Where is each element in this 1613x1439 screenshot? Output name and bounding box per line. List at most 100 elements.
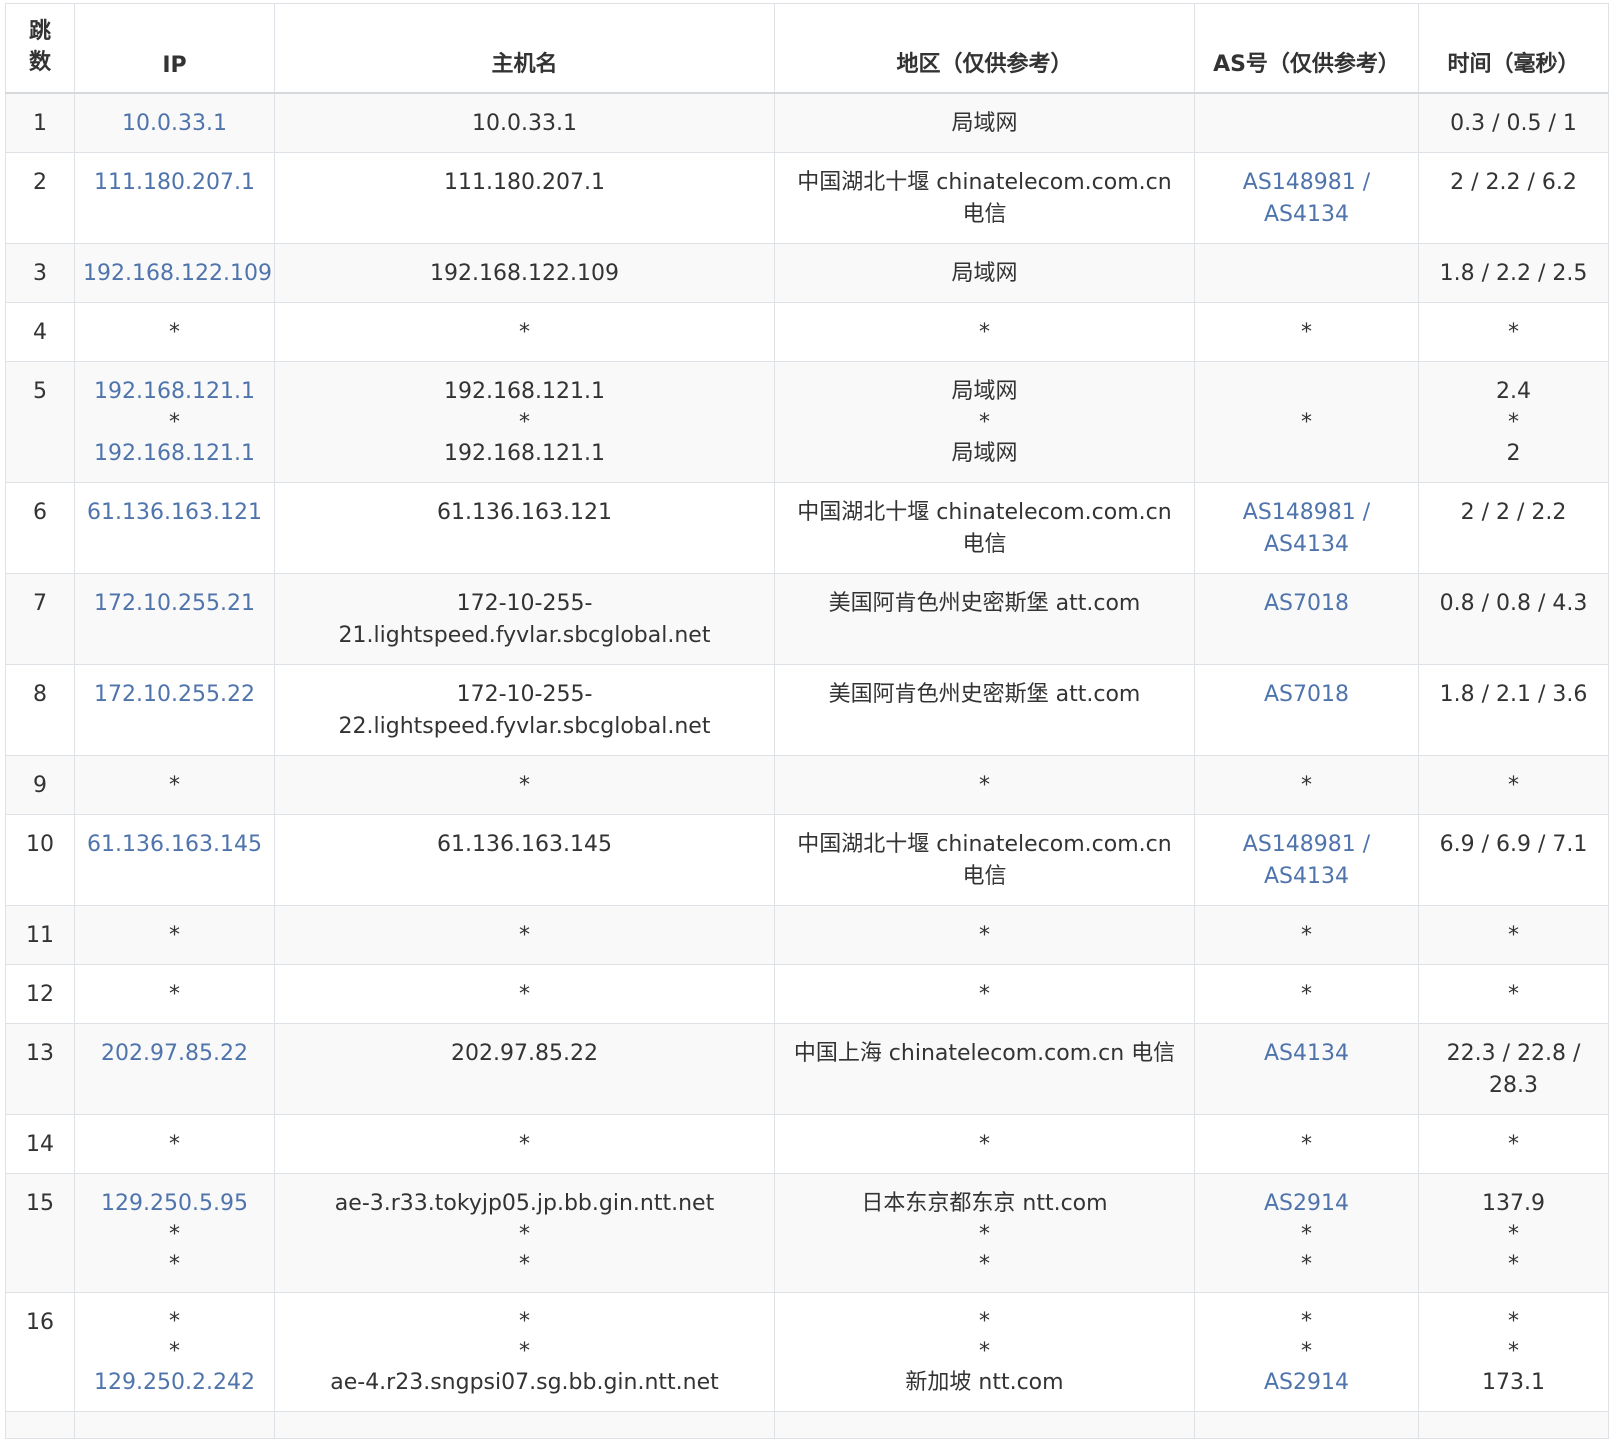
cell-region: * * 新加坡 ntt.com [774,1292,1195,1412]
cell-hop [5,1411,75,1439]
cell-time-text: 2 / 2 / 2.2 [1460,500,1567,525]
cell-time: 0.3 / 0.5 / 1 [1418,92,1609,153]
ip-link[interactable]: 192.168.122.109 [83,258,272,290]
cell-ip-text: * [169,320,180,345]
cell-ip: 192.168.122.109 [74,243,275,303]
cell-region: 中国湖北十堰 chinatelecom.com.cn 电信 [774,482,1195,574]
cell-hostname-text: * [519,320,530,345]
ip-link[interactable]: 172.10.255.22 [83,679,266,711]
cell-as: * [1194,1114,1419,1174]
ip-link[interactable]: 61.136.163.121 [83,497,266,529]
cell-time: 22.3 / 22.8 / 28.3 [1418,1023,1609,1115]
ip-link[interactable]: 192.168.121.1 [83,376,266,408]
cell-time-text: * [1508,1132,1519,1157]
as-link[interactable]: AS7018 [1203,679,1410,711]
cell-region-text: 局域网 [951,379,1018,404]
cell-time: * * 173.1 [1418,1292,1609,1412]
cell-region-text: * [979,1309,990,1334]
cell-region-text: * [979,1252,990,1277]
cell-time-text: 137.9 [1482,1191,1545,1216]
cell-as: * [1194,302,1419,362]
ip-link[interactable]: 10.0.33.1 [83,108,266,140]
cell-hostname: * [274,905,775,965]
cell-time-text: * [1508,1222,1519,1247]
cell-region: * [774,964,1195,1024]
cell-time: * [1418,302,1609,362]
cell-hostname-text: * [519,1252,530,1277]
table-row: 10 61.136.163.145 61.136.163.145 中国湖北十堰 chi… [5,814,1609,906]
cell-region-text: * [979,320,990,345]
cell-region-text: 中国上海 chinatelecom.com.cn 电信 [793,1041,1176,1066]
ip-link[interactable]: 129.250.5.95 [83,1188,266,1220]
as-link[interactable]: AS148981 / AS4134 [1203,829,1410,893]
as-link[interactable]: AS148981 / AS4134 [1203,167,1410,231]
cell-hostname: 202.97.85.22 [274,1023,775,1115]
cell-as-text [1203,376,1410,408]
cell-ip: 172.10.255.22 [74,664,275,756]
cell-time [1418,1411,1609,1439]
cell-time: 0.8 / 0.8 / 4.3 [1418,573,1609,665]
cell-hop: 6 [5,482,75,574]
cell-region-text: * [979,1132,990,1157]
cell-region-text: * [979,1222,990,1247]
cell-as: AS148981 / AS4134 [1194,152,1419,244]
as-link[interactable]: AS7018 [1203,588,1410,620]
ip-link[interactable]: 129.250.2.242 [83,1367,266,1399]
cell-region-text: 中国湖北十堰 chinatelecom.com.cn 电信 [797,832,1172,889]
cell-ip: * [74,302,275,362]
ip-link[interactable]: 202.97.85.22 [83,1038,266,1070]
cell-hostname: 172-10-255-21.lightspeed.fyvlar.sbcgloba… [274,573,775,665]
cell-hop: 15 [5,1173,75,1293]
cell-as-text: * [1301,410,1312,435]
cell-time: 2.4 * 2 [1418,361,1609,483]
cell-ip: 61.136.163.121 [74,482,275,574]
cell-hostname: 192.168.122.109 [274,243,775,303]
cell-time-text: * [1508,410,1519,435]
cell-ip: 61.136.163.145 [74,814,275,906]
cell-time-text: * [1508,320,1519,345]
cell-hop: 13 [5,1023,75,1115]
cell-region-text: 美国阿肯色州史密斯堡 att.com [828,591,1141,616]
ip-link[interactable]: 192.168.121.1 [83,438,266,470]
cell-time: 2 / 2.2 / 6.2 [1418,152,1609,244]
ip-link[interactable]: 172.10.255.21 [83,588,266,620]
header-hop-line: 数 [28,50,51,75]
cell-as-text: * [1301,773,1312,798]
cell-time-text: 2 / 2.2 / 6.2 [1450,170,1577,195]
cell-hostname-text: 192.168.121.1 [444,379,605,404]
cell-as: AS148981 / AS4134 [1194,814,1419,906]
cell-ip: 10.0.33.1 [74,92,275,153]
cell-time: 2 / 2 / 2.2 [1418,482,1609,574]
cell-region-text: * [979,1339,990,1364]
as-link[interactable]: AS148981 / AS4134 [1203,497,1410,561]
as-link[interactable]: AS2914 [1203,1188,1410,1220]
ip-link[interactable]: 111.180.207.1 [83,167,266,199]
cell-ip: 129.250.5.95 * * [74,1173,275,1293]
cell-hostname-text: * [519,1309,530,1334]
cell-hostname-text: * [519,1339,530,1364]
cell-hostname-text: 61.136.163.121 [437,500,612,525]
cell-ip: * [74,964,275,1024]
cell-ip-text: * [169,1309,180,1334]
header-time: 时间（毫秒） [1418,3,1609,94]
cell-as [1194,92,1419,153]
table-row: 6 61.136.163.121 61.136.163.121 中国湖北十堰 chin… [5,482,1609,574]
cell-region-text: 中国湖北十堰 chinatelecom.com.cn 电信 [797,500,1172,557]
ip-link[interactable]: 61.136.163.145 [83,829,266,861]
cell-as: * [1194,361,1419,483]
cell-ip: * [74,755,275,815]
header-hop-line: 跳 [28,19,51,44]
cell-ip-text: * [169,410,180,435]
cell-as-text: * [1301,1309,1312,1334]
traceroute-table: 跳数 IP 主机名 地区（仅供参考） AS号（仅供参考） 时间（毫秒） 1 10.… [5,3,1609,1439]
as-link[interactable]: AS4134 [1203,1038,1410,1070]
table-row: 9 * * * * * [5,755,1609,815]
table-row: 15 129.250.5.95 * * ae-3.r33.tokyjp05.jp.bb.… [5,1173,1609,1293]
cell-time: * [1418,755,1609,815]
cell-hop: 7 [5,573,75,665]
cell-region-text: 中国湖北十堰 chinatelecom.com.cn 电信 [797,170,1172,227]
cell-hostname: 111.180.207.1 [274,152,775,244]
cell-time: 137.9 * * [1418,1173,1609,1293]
cell-hostname: * [274,755,775,815]
as-link[interactable]: AS2914 [1203,1367,1410,1399]
